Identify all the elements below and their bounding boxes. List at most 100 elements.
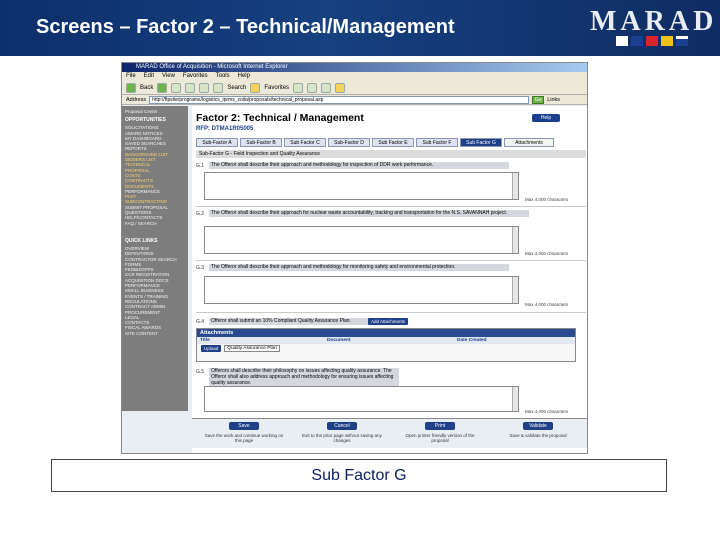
- question-text: The Offeror shall describe their approac…: [209, 264, 509, 271]
- attachments-panel: Attachments Title Document Date Created …: [196, 328, 576, 362]
- main-content: Factor 2: Technical / Management RFP: DT…: [192, 106, 587, 453]
- scrollbar[interactable]: [512, 277, 518, 303]
- subfactor-tabs: Sub-Factor A Sub-Factor B Sub Factor C S…: [196, 138, 554, 147]
- answer-g5-textarea[interactable]: [204, 386, 519, 412]
- rfp-number: RFP: DTMA1R05005: [196, 126, 254, 132]
- links-label[interactable]: Links: [547, 97, 560, 103]
- divider: [196, 312, 586, 313]
- nav-top-label[interactable]: Proposal Center: [125, 109, 185, 114]
- print-icon[interactable]: [321, 82, 332, 93]
- slide-header: Screens – Factor 2 – Technical/Managemen…: [0, 0, 720, 56]
- history-icon[interactable]: [293, 82, 304, 93]
- tab-attachments[interactable]: Attachments: [504, 138, 554, 147]
- home-icon[interactable]: [199, 82, 210, 93]
- print-description: Open printer friendly version of the pro…: [405, 433, 475, 443]
- tab-sub-factor-a[interactable]: Sub-Factor A: [196, 138, 238, 147]
- window-title: MARAD Office of Acquisition - Microsoft …: [122, 63, 587, 72]
- question-number: G.3: [196, 265, 205, 271]
- back-arrow-icon[interactable]: [126, 82, 136, 93]
- attachments-title: Attachments: [197, 329, 575, 337]
- char-limit: Max 4,000 characters: [525, 251, 569, 256]
- char-limit: Max 4,000 characters: [525, 409, 569, 414]
- answer-g2-textarea[interactable]: [204, 226, 519, 254]
- validate-button[interactable]: Validate: [523, 422, 553, 430]
- question-number: G.2: [196, 211, 205, 217]
- menu-favorites[interactable]: Favorites: [183, 72, 208, 81]
- page-title: Factor 2: Technical / Management: [196, 112, 364, 124]
- tab-sub-factor-f[interactable]: Sub Factor F: [416, 138, 458, 147]
- tab-sub-factor-d[interactable]: Sub-Factor D: [328, 138, 370, 147]
- question-text: Offerors shall describe their philosophy…: [209, 368, 399, 386]
- tab-sub-factor-c[interactable]: Sub Factor C: [284, 138, 326, 147]
- column-document: Document: [327, 338, 351, 343]
- cancel-button[interactable]: Cancel: [327, 422, 357, 430]
- caption-text: Sub Factor G: [311, 467, 407, 484]
- folder-icon[interactable]: [335, 82, 346, 93]
- answer-g3-textarea[interactable]: [204, 276, 519, 304]
- slide-title: Screens – Factor 2 – Technical/Managemen…: [36, 16, 455, 38]
- nav-item[interactable]: SITE CONTENT: [125, 331, 185, 336]
- upload-file-field[interactable]: Quality Assurance Plan: [224, 345, 280, 352]
- question-number: G.4: [196, 319, 205, 325]
- favorites-star-icon[interactable]: [250, 82, 261, 93]
- nav-quicklinks-list: OVERVIEW DEFINITIONS CONTRACTOR SEARCH F…: [125, 246, 185, 336]
- cancel-description: Exit to the prior page without saving an…: [302, 433, 382, 443]
- column-title: Title: [200, 338, 210, 343]
- char-limit: Max 4,000 characters: [525, 302, 569, 307]
- save-button[interactable]: Save: [229, 422, 259, 430]
- left-nav: Proposal Center OPPORTUNITIES SOLICITATI…: [122, 106, 188, 411]
- address-bar: Address http://ftpsite/programs/logistic…: [122, 95, 587, 105]
- search-label[interactable]: Search: [227, 85, 246, 91]
- nav-opportunities-list: SOLICITATIONS AWARD NOTICES MY DASHBOARD…: [125, 125, 185, 226]
- menu-tools[interactable]: Tools: [216, 72, 230, 81]
- question-number: G.5: [196, 369, 205, 375]
- scrollbar[interactable]: [512, 227, 518, 253]
- menu-edit[interactable]: Edit: [144, 72, 154, 81]
- tab-sub-factor-g[interactable]: Sub Factor G: [460, 138, 502, 147]
- question-text: Offeror shall submit an 10% Compliant Qu…: [209, 318, 369, 325]
- address-label: Address: [126, 96, 147, 103]
- stop-icon[interactable]: [171, 82, 182, 93]
- upload-button[interactable]: Upload: [201, 345, 222, 352]
- answer-g1-textarea[interactable]: [204, 172, 519, 200]
- favorites-label[interactable]: Favorites: [264, 85, 289, 91]
- menu-bar: File Edit View Favorites Tools Help: [122, 72, 587, 81]
- question-text: The Offeror shall describe their approac…: [209, 210, 529, 217]
- menu-file[interactable]: File: [126, 72, 136, 81]
- nav-opportunities-heading: OPPORTUNITIES: [125, 117, 166, 124]
- scrollbar[interactable]: [512, 387, 518, 411]
- go-button[interactable]: Go: [532, 95, 545, 104]
- nav-item[interactable]: FAQ / SEARCH: [125, 221, 185, 226]
- menu-view[interactable]: View: [162, 72, 175, 81]
- help-button[interactable]: Help: [532, 114, 560, 122]
- question-text: The Offeror shall describe their approac…: [209, 162, 509, 169]
- search-icon[interactable]: [213, 82, 224, 93]
- question-number: G.1: [196, 163, 205, 169]
- address-input[interactable]: http://ftpsite/programs/logistics_iprms_…: [149, 95, 530, 104]
- divider: [196, 260, 586, 261]
- attachments-columns: Title Document Date Created: [197, 337, 575, 344]
- scrollbar[interactable]: [512, 173, 518, 199]
- browser-window: MARAD Office of Acquisition - Microsoft …: [121, 62, 588, 454]
- attachment-upload-row: Upload Quality Assurance Plan: [197, 344, 575, 353]
- left-nav-blank: [122, 411, 188, 453]
- forward-arrow-icon[interactable]: [157, 82, 168, 93]
- menu-help[interactable]: Help: [238, 72, 250, 81]
- print-button[interactable]: Print: [425, 422, 455, 430]
- caption-box: Sub Factor G: [51, 459, 667, 492]
- section-heading: Sub-Factor G - Field Inspection and Qual…: [196, 150, 586, 158]
- refresh-icon[interactable]: [185, 82, 196, 93]
- tab-sub-factor-b[interactable]: Sub-Factor B: [240, 138, 282, 147]
- char-limit: Max 4,000 characters: [525, 197, 569, 202]
- mail-icon[interactable]: [307, 82, 318, 93]
- tab-sub-factor-e[interactable]: Sub Factor E: [372, 138, 414, 147]
- validate-description: Save & validate the proposal: [509, 433, 567, 438]
- marad-logo: MARAD: [590, 6, 718, 37]
- divider: [196, 206, 586, 207]
- add-attachment-button[interactable]: Add Attachments: [368, 318, 409, 325]
- nav-quicklinks-heading: QUICK LINKS: [125, 237, 158, 244]
- browser-toolbar: Back Search Favorites: [122, 81, 587, 95]
- column-date-created: Date Created: [457, 338, 487, 343]
- back-label[interactable]: Back: [140, 85, 153, 91]
- signal-flags-icon: [616, 36, 688, 46]
